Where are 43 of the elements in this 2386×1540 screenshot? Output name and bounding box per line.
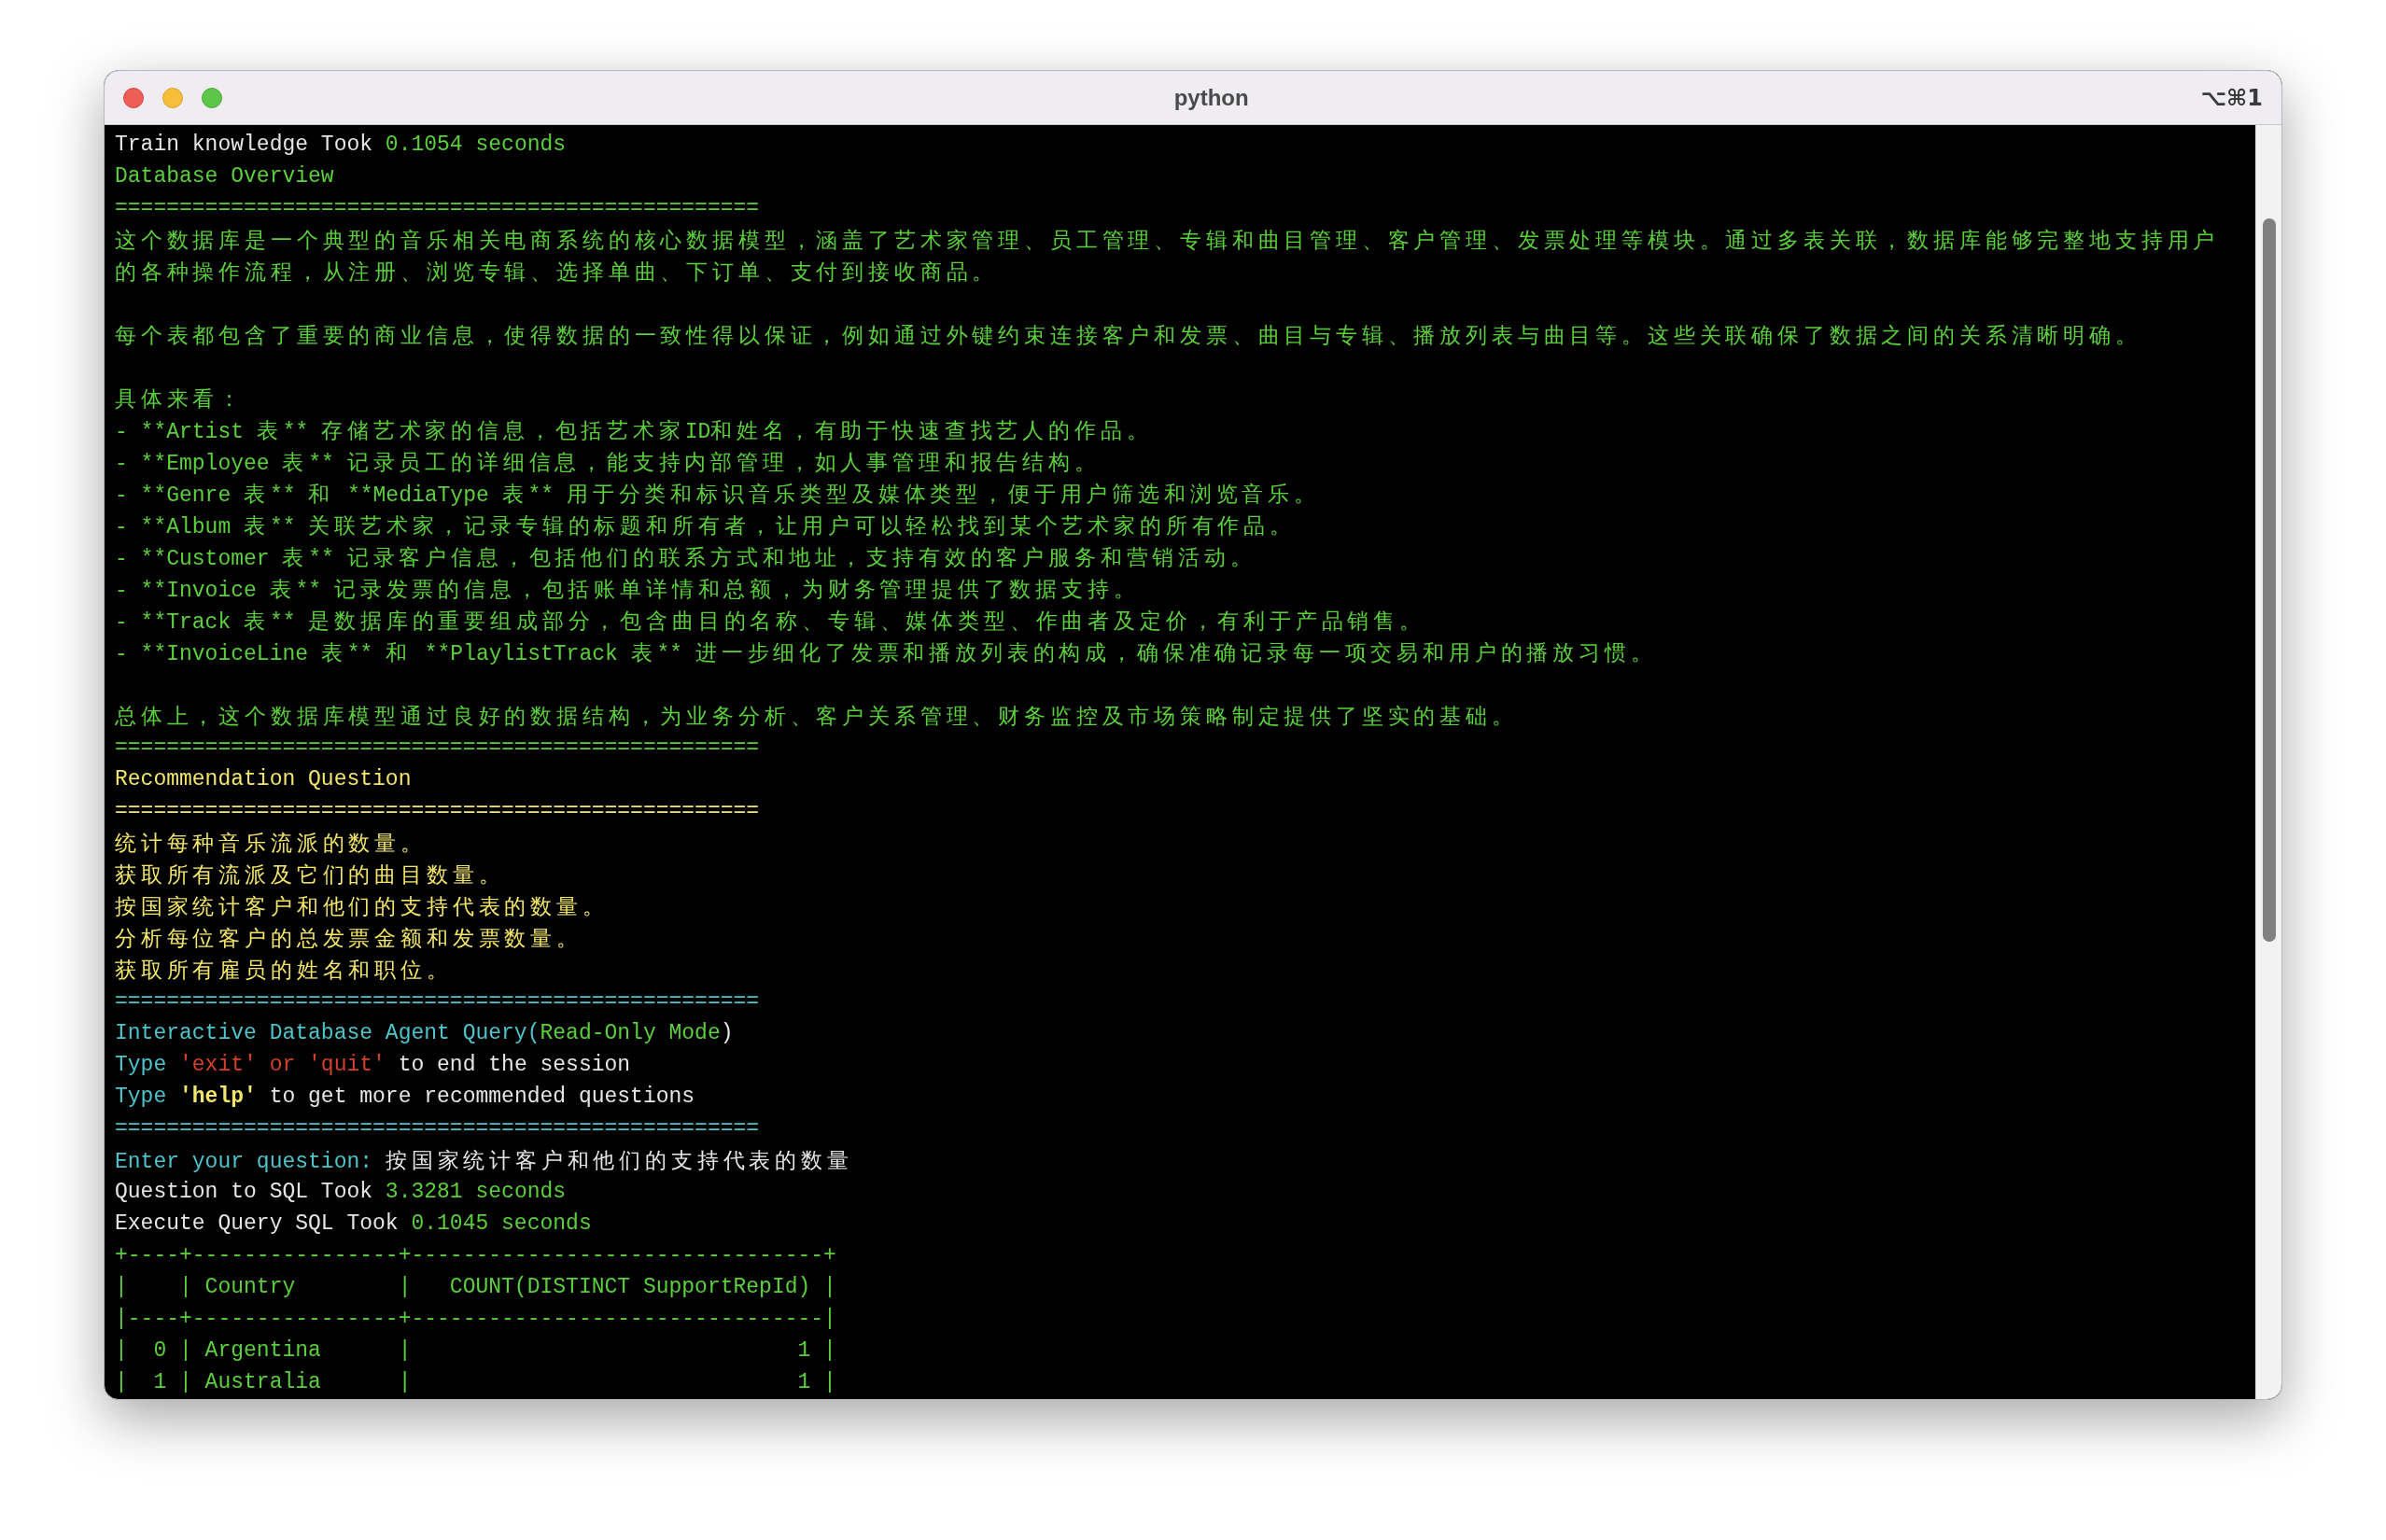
terminal-line: 统计每种音乐流派的数量。 xyxy=(115,833,427,857)
terminal-line: 每个表都包含了重要的商业信息，使得数据的一致性得以保证，例如通过外键约束连接客户和发票、曲目与专辑、播放列表与曲目等。这些关联确保了数据之间的关系清晰明确。 xyxy=(115,325,2141,349)
terminal-line: | 0 | Argentina | 1 | xyxy=(115,1338,836,1363)
zoom-button[interactable] xyxy=(202,87,222,108)
scrollbar[interactable] xyxy=(2255,125,2281,1399)
terminal-line: - **Genre 表** 和 **MediaType 表** 用于分类和标识音乐类型及媒体类型，便于用户筛选和浏览音乐。 xyxy=(115,483,1320,508)
terminal-line: |----+----------------+--------------------------------| xyxy=(115,1307,836,1331)
terminal-line: 按国家统计客户和他们的支持代表的数量。 xyxy=(115,896,609,920)
terminal-line: 获取所有流派及它们的曲目数量。 xyxy=(115,864,505,889)
minimize-button[interactable] xyxy=(162,87,183,108)
terminal-line: 总体上，这个数据库模型通过良好的数据结构，为业务分析、客户关系管理、财务监控及市场策略制定提供了坚实的基础。 xyxy=(115,706,1518,730)
terminal-line: - **Customer 表** 记录客户信息，包括他们的联系方式和地址，支持有效的客户服务和营销活动。 xyxy=(115,547,1256,571)
terminal-line: 的各种操作流程，从注册、浏览专辑、选择单曲、下订单、支付到接收商品。 xyxy=(115,261,999,286)
scrollbar-thumb[interactable] xyxy=(2262,218,2276,942)
window-title: python xyxy=(1173,83,1249,112)
terminal-line: - **Employee 表** 记录员工的详细信息，能支持内部管理，如人事管理和报告结构。 xyxy=(115,452,1101,476)
terminal-line: +----+----------------+--------------------------------+ xyxy=(115,1243,836,1267)
close-button[interactable] xyxy=(123,87,144,108)
terminal-line: Interactive Database Agent Query(Read-Only Mode) xyxy=(115,1021,734,1045)
terminal-line: 这个数据库是一个典型的音乐相关电商系统的核心数据模型，涵盖了艺术家管理、员工管理、专辑和曲目管理、客户管理、发票处理等模块。通过多表关联，数据库能够完整地支持用户 xyxy=(115,230,2220,254)
terminal-line: - **Track 表** 是数据库的重要组成部分，包含曲目的名称、专辑、媒体类型、作曲者及定价，有利于产品销售。 xyxy=(115,610,1425,635)
terminal-line: 具体来看： xyxy=(115,388,246,413)
shortcut-label: ⌥⌘1 xyxy=(2200,83,2263,113)
terminal-line: | | Country | COUNT(DISTINCT SupportRepId) | xyxy=(115,1275,836,1299)
terminal-line: ================================================== xyxy=(115,1116,760,1141)
terminal-line: Type 'exit' or 'quit' to end the session xyxy=(115,1053,631,1077)
terminal-line: Enter your question: 按国家统计客户和他们的支持代表的数量 xyxy=(115,1150,853,1174)
terminal-line: ================================================== xyxy=(115,735,760,760)
terminal-line: - **Invoice 表** 记录发票的信息，包括账单详情和总额，为财务管理提供了数据支持。 xyxy=(115,579,1140,603)
terminal-line: Recommendation Question xyxy=(115,767,412,791)
terminal-line: Train knowledge Took 0.1054 seconds xyxy=(115,133,567,157)
terminal-line: Question to SQL Took 3.3281 seconds xyxy=(115,1180,567,1204)
terminal-line: Execute Query SQL Took 0.1045 seconds xyxy=(115,1211,592,1236)
terminal-line: Type 'help' to get more recommended questions xyxy=(115,1085,695,1109)
terminal-line: ================================================== xyxy=(115,989,760,1014)
terminal-line: | 1 | Australia | 1 | xyxy=(115,1370,836,1394)
terminal-line: 分析每位客户的总发票金额和发票数量。 xyxy=(115,928,582,952)
terminal-line: - **InvoiceLine 表** 和 **PlaylistTrack 表** 进一步细化了发票和播放列表的构成，确保准确记录每一项交易和用户的播放习惯。 xyxy=(115,642,1657,666)
terminal-line: Database Overview xyxy=(115,164,334,189)
terminal-line: ================================================== xyxy=(115,196,760,220)
terminal-line: - **Album 表** 关联艺术家，记录专辑的标题和所有者，让用户可以轻松找到某个艺术家的所有作品。 xyxy=(115,515,1296,539)
terminal-line: ================================================== xyxy=(115,799,760,823)
terminal-line: 获取所有雇员的姓名和职位。 xyxy=(115,959,453,984)
